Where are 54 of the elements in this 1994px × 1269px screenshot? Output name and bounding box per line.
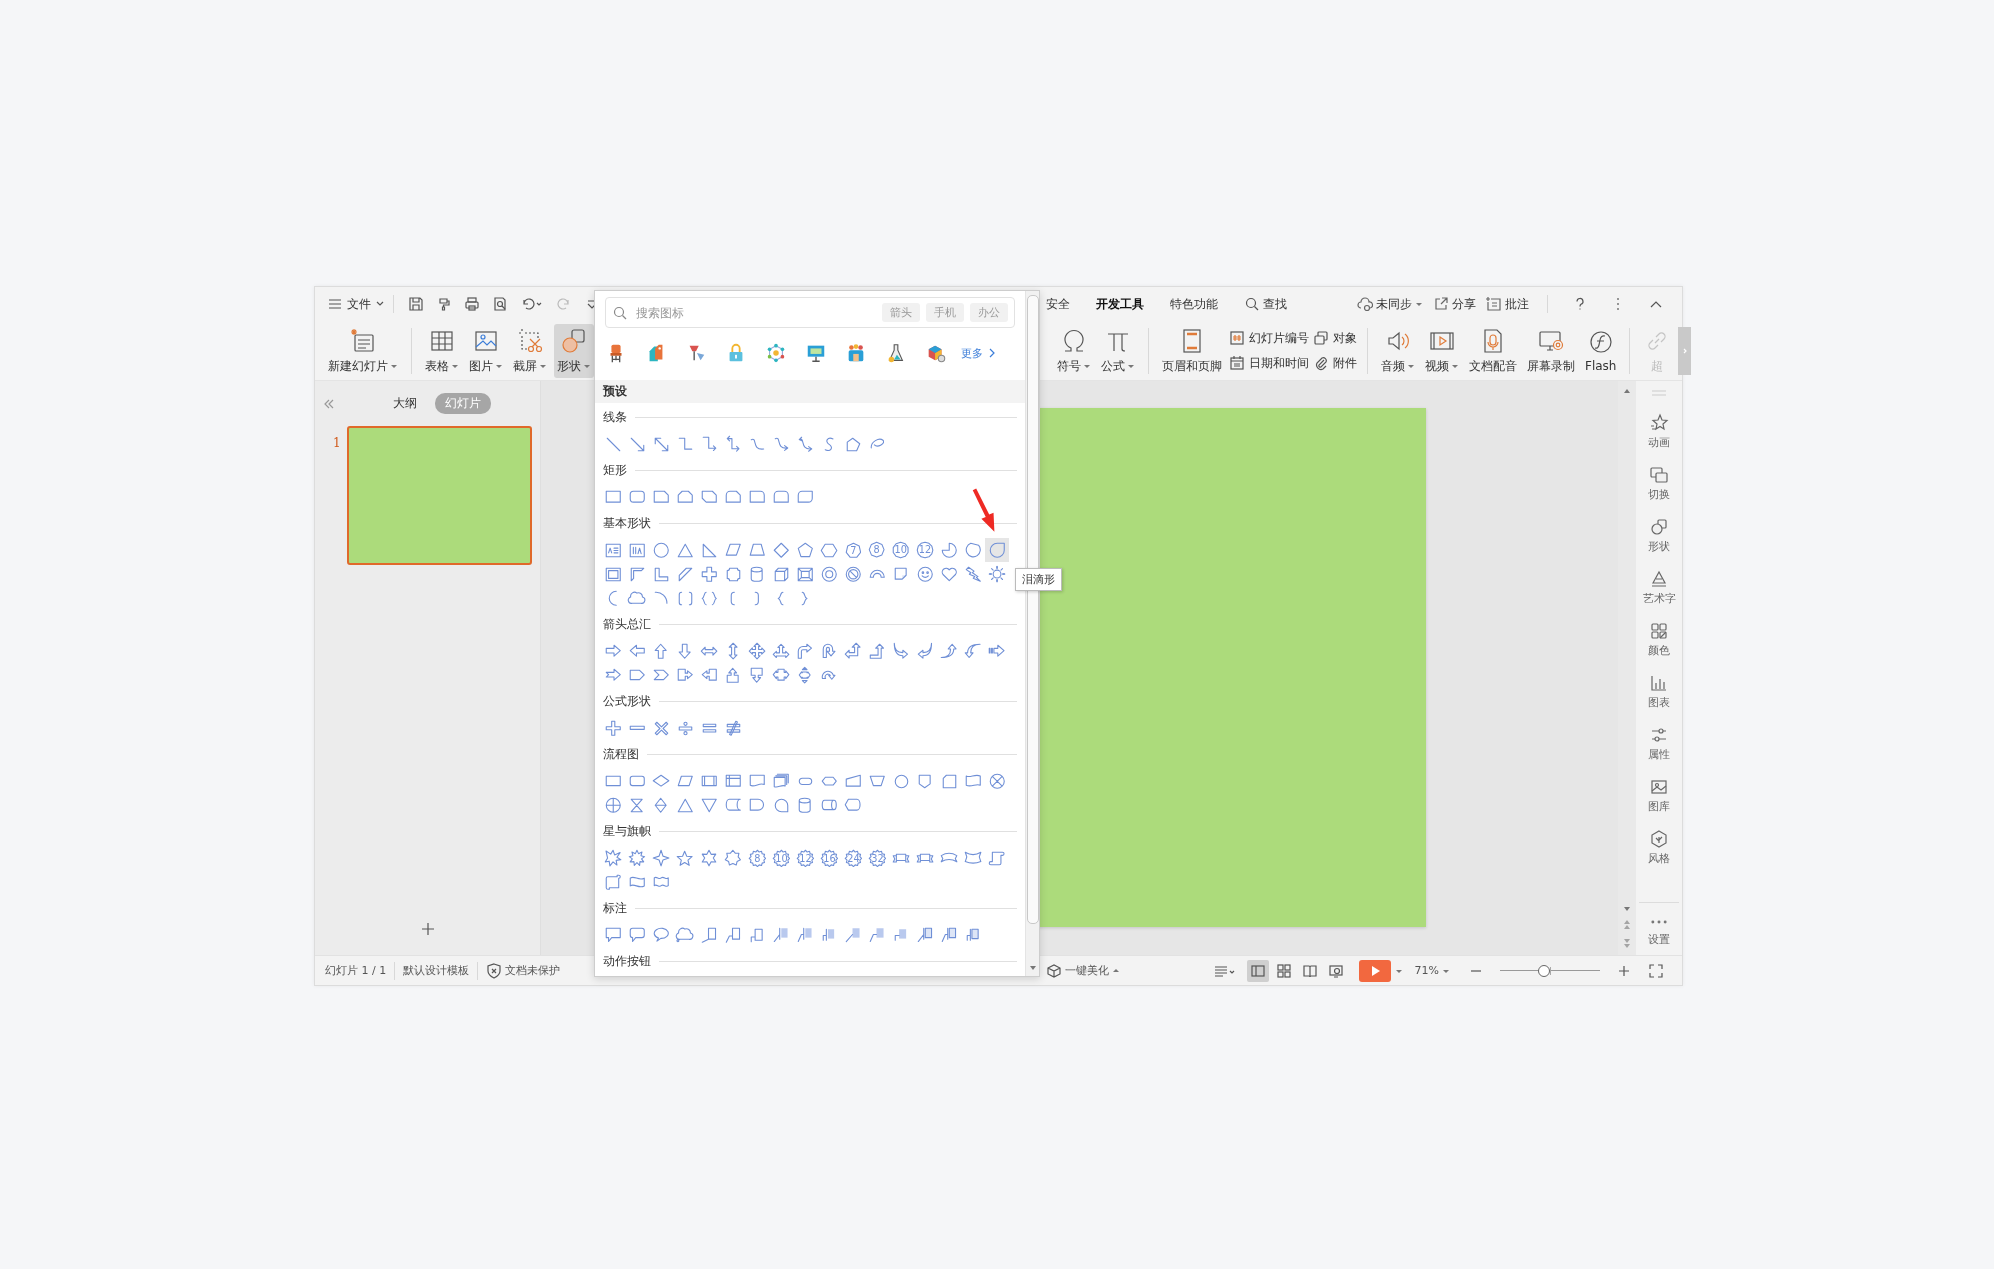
ribbon-button[interactable]: 对象	[1313, 329, 1357, 347]
ribbon-button[interactable]: 文档配音	[1466, 323, 1520, 378]
file-menu[interactable]: 文件	[327, 295, 385, 313]
beautify-button[interactable]: 一键美化	[1046, 962, 1120, 979]
ribbon-button[interactable]: Flash	[1582, 325, 1620, 376]
ribbon-button[interactable]: 形状	[554, 323, 594, 378]
slide-counter: 幻灯片 1 / 1	[325, 963, 387, 978]
category-header: 预设	[595, 380, 1025, 403]
sidebar-item[interactable]: 动画	[1648, 405, 1670, 457]
sidebar-item[interactable]: 风格	[1648, 821, 1670, 873]
section-title: 标注	[603, 900, 627, 917]
section-title: 矩形	[603, 462, 627, 479]
ribbon-button[interactable]: 新建幻灯片	[325, 323, 401, 378]
ribbon-button[interactable]: 图片	[466, 323, 506, 378]
protection-status[interactable]: 文档未保护	[486, 962, 561, 979]
ribbon-tab[interactable]: 特色功能	[1170, 295, 1218, 313]
ribbon-button[interactable]: 日期和时间	[1229, 354, 1309, 372]
ribbon-tab[interactable]: 开发工具	[1096, 295, 1144, 313]
sidebar-item[interactable]: 切换	[1648, 457, 1670, 509]
find-button[interactable]: 查找	[1244, 295, 1287, 313]
section-title: 线条	[603, 409, 627, 426]
ribbon-button[interactable]: 音频	[1378, 323, 1418, 378]
zoom-dropdown[interactable]: 71%	[1414, 964, 1450, 977]
sidebar-item[interactable]: 图库	[1648, 769, 1670, 821]
section-title: 基本形状	[603, 515, 651, 532]
more-link[interactable]: 更多	[961, 345, 997, 361]
section-title: 动作按钮	[603, 953, 651, 970]
ribbon-button[interactable]: 视频	[1422, 323, 1462, 378]
sidebar-item[interactable]: 设置	[1648, 903, 1670, 955]
section-title: 公式形状	[603, 693, 651, 710]
share-button[interactable]: 分享	[1433, 295, 1476, 313]
section-title: 流程图	[603, 746, 639, 763]
ribbon-button[interactable]: 幻灯片编号	[1229, 329, 1309, 347]
template-name: 默认设计模板	[403, 963, 470, 978]
sidebar-item[interactable]: 艺术字	[1642, 561, 1676, 613]
ribbon-button[interactable]: 符号	[1054, 323, 1094, 378]
ribbon-button[interactable]: 页眉和页脚	[1159, 323, 1225, 378]
tooltip: 泪滴形	[1015, 568, 1062, 591]
ribbon-button[interactable]: 屏幕录制	[1524, 323, 1578, 378]
ribbon-tab[interactable]: 安全	[1046, 295, 1070, 313]
comment-button[interactable]: 批注	[1486, 295, 1529, 313]
sync-button[interactable]: 未同步	[1357, 295, 1423, 313]
ribbon-button[interactable]: 表格	[422, 323, 462, 378]
slide-number: 1	[333, 435, 341, 450]
section-title: 箭头总汇	[603, 616, 651, 633]
ribbon-button[interactable]: 附件	[1313, 354, 1357, 372]
sidebar-item[interactable]: 属性	[1648, 717, 1670, 769]
ribbon-button[interactable]: 截屏	[510, 323, 550, 378]
panel-tab[interactable]: 大纲	[383, 393, 427, 414]
sidebar-item[interactable]: 形状	[1648, 509, 1670, 561]
section-title: 星与旗帜	[603, 823, 651, 840]
ribbon-button[interactable]: 公式	[1098, 323, 1138, 378]
sidebar-item[interactable]: 图表	[1648, 665, 1670, 717]
sidebar-item[interactable]: 颜色	[1648, 613, 1670, 665]
